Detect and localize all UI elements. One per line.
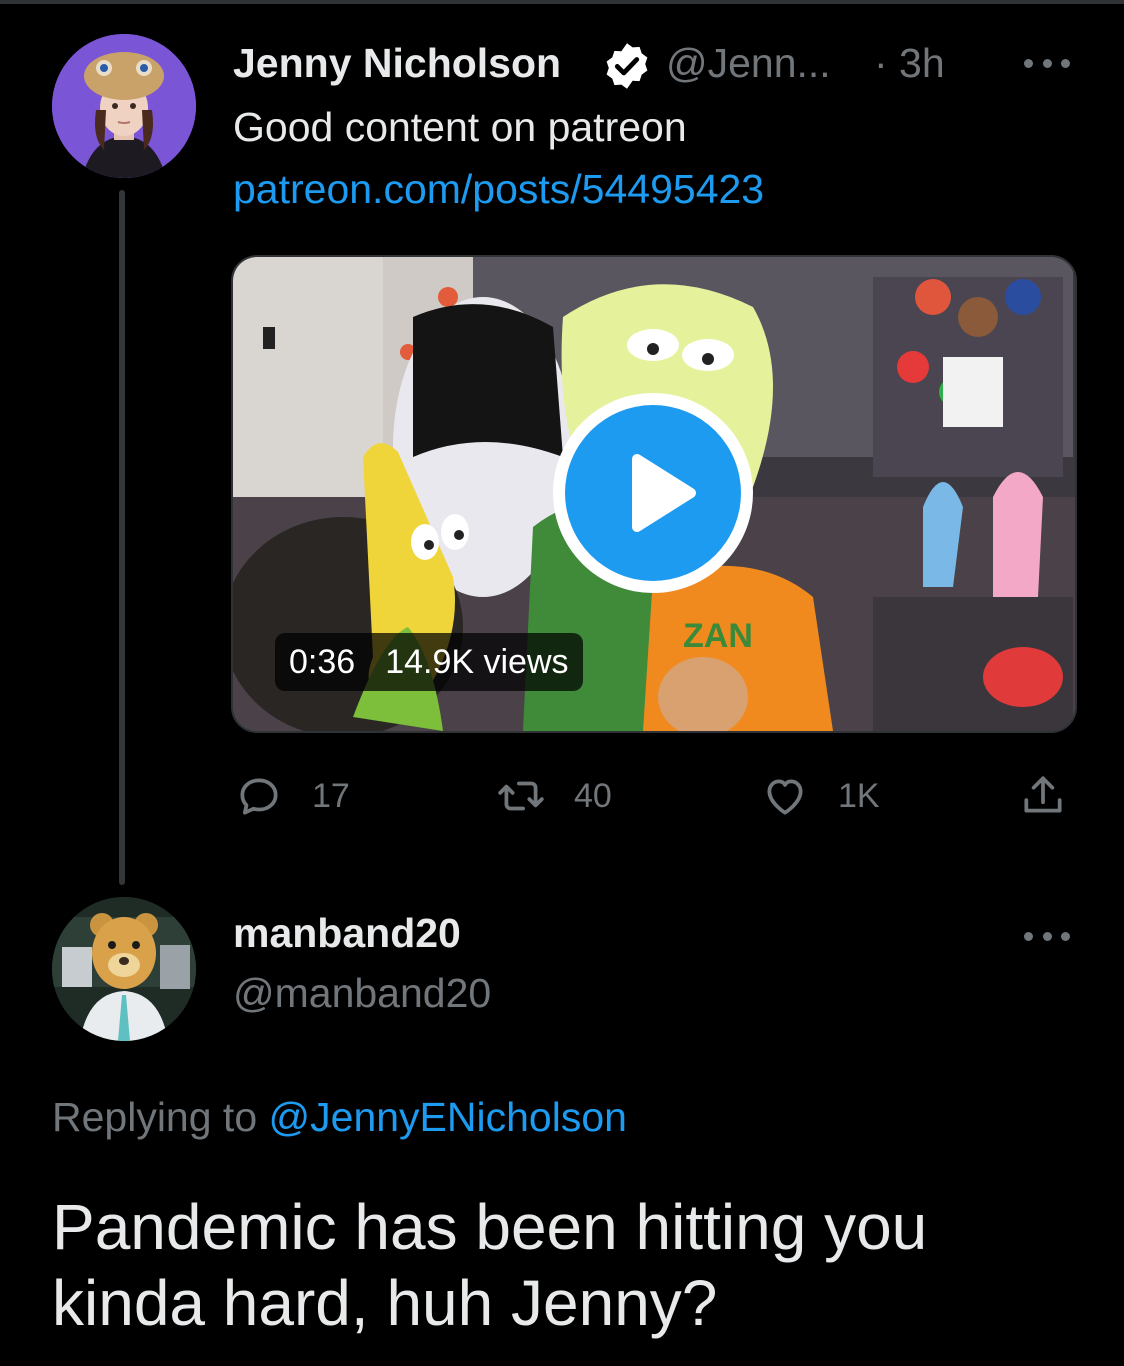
play-icon (565, 405, 741, 581)
tweet-link[interactable]: patreon.com/posts/54495423 (233, 166, 764, 213)
share-button[interactable] (1018, 770, 1068, 822)
shirt-text: ZAN (683, 617, 753, 655)
reply-author-name[interactable]: manband20 (233, 910, 461, 957)
avatar-image (52, 34, 196, 178)
reply-button[interactable]: 17 (234, 770, 350, 822)
retweet-count: 40 (574, 776, 612, 815)
retweet-icon (498, 781, 544, 811)
replying-to-mention[interactable]: @JennyENicholson (269, 1094, 627, 1140)
reply-avatar[interactable] (52, 897, 196, 1041)
avatar[interactable] (52, 34, 196, 178)
reply-count: 17 (312, 776, 350, 815)
reply-icon (240, 778, 278, 815)
replying-to-label: Replying to (52, 1094, 258, 1140)
reply-text: Pandemic has been hitting you kinda hard… (52, 1191, 928, 1339)
more-icon[interactable] (1024, 56, 1070, 70)
play-button[interactable] (553, 393, 753, 593)
video-info-badge: 0:36 14.9K views (275, 633, 583, 691)
video-player[interactable]: ZAN 0:36 14.9K views (231, 255, 1077, 733)
tweet-time[interactable]: · 3h (874, 40, 945, 87)
reply-avatar-image (52, 897, 196, 1041)
retweet-button[interactable]: 40 (496, 770, 612, 822)
video-duration: 0:36 (289, 642, 356, 681)
like-icon (767, 779, 803, 815)
reply-author-handle[interactable]: @manband20 (233, 970, 491, 1017)
tweet-author-handle[interactable]: @Jenn... (666, 40, 831, 87)
like-count: 1K (838, 776, 880, 815)
reply-more-icon[interactable] (1024, 929, 1070, 943)
tweet-text: Good content on patreon (233, 104, 687, 150)
replying-to-line: Replying to @JennyENicholson (52, 1094, 627, 1141)
video-views: 14.9K views (385, 642, 569, 681)
share-icon (1024, 776, 1062, 813)
verified-icon (601, 40, 653, 92)
thread-connector-line (119, 190, 125, 885)
top-divider (0, 0, 1124, 4)
tweet-author-name[interactable]: Jenny Nicholson (233, 40, 561, 87)
like-button[interactable]: 1K (760, 770, 880, 822)
